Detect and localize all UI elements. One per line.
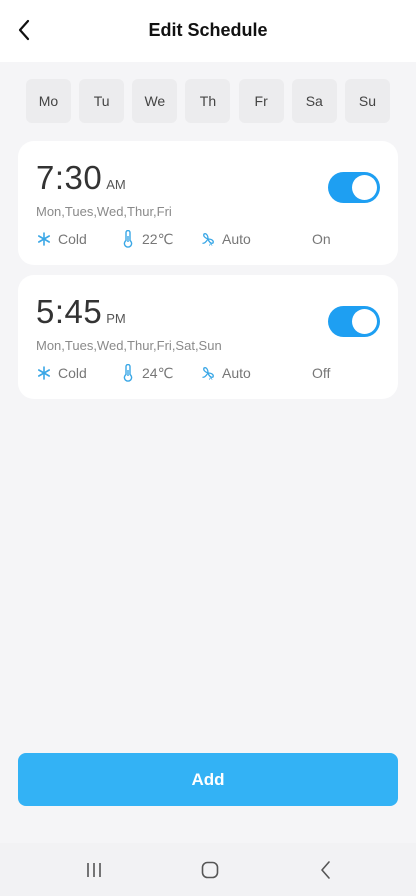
toggle-knob <box>352 175 377 200</box>
recent-apps-icon <box>87 863 101 877</box>
thermometer-icon <box>120 230 136 248</box>
schedule-days: Mon,Tues,Wed,Thur,Fri,Sat,Sun <box>36 338 222 353</box>
header-bar: Edit Schedule <box>0 0 416 62</box>
fan-icon: A <box>200 365 216 381</box>
day-button-fr[interactable]: Fr <box>238 79 284 123</box>
schedule-period: AM <box>106 177 126 192</box>
mode-property: Cold <box>36 363 87 383</box>
page-title: Edit Schedule <box>148 20 268 40</box>
schedule-properties: Cold 22℃ A Auto On <box>36 229 380 249</box>
temperature-value: 22℃ <box>142 230 174 247</box>
fan-value: Auto <box>222 365 251 381</box>
fan-property: A Auto <box>200 229 251 249</box>
nav-home-button[interactable] <box>196 857 224 883</box>
temperature-value: 24℃ <box>142 364 174 381</box>
day-button-sa[interactable]: Sa <box>291 79 337 123</box>
nav-recent-apps-button[interactable] <box>80 857 108 883</box>
mode-property: Cold <box>36 229 87 249</box>
mode-value: Cold <box>58 365 87 381</box>
schedule-time-value: 5:45 <box>36 293 103 330</box>
nav-back-button[interactable] <box>312 857 340 883</box>
power-property: Off <box>312 363 330 383</box>
toggle-knob <box>352 309 377 334</box>
system-nav-bar <box>0 843 416 896</box>
schedule-card[interactable]: 7:30 AM Mon,Tues,Wed,Thur,Fri Cold 22℃ A… <box>18 141 398 265</box>
schedule-card[interactable]: 5:45 PM Mon,Tues,Wed,Thur,Fri,Sat,Sun Co… <box>18 275 398 399</box>
fan-value: Auto <box>222 231 251 247</box>
mode-value: Cold <box>58 231 87 247</box>
weekday-selector: Mo Tu We Th Fr Sa Su <box>26 79 390 123</box>
power-value: On <box>312 231 331 247</box>
schedule-toggle[interactable] <box>328 172 380 203</box>
add-schedule-button[interactable]: Add <box>18 753 398 806</box>
day-button-mo[interactable]: Mo <box>26 79 71 123</box>
day-button-su[interactable]: Su <box>344 79 390 123</box>
power-property: On <box>312 229 331 249</box>
schedule-time: 5:45 PM <box>36 293 126 331</box>
svg-text:A: A <box>209 242 213 247</box>
svg-text:A: A <box>209 376 213 381</box>
snowflake-icon <box>36 365 52 381</box>
schedule-properties: Cold 24℃ A Auto Off <box>36 363 380 383</box>
schedule-toggle[interactable] <box>328 306 380 337</box>
day-button-we[interactable]: We <box>132 79 178 123</box>
fan-property: A Auto <box>200 363 251 383</box>
schedule-time-value: 7:30 <box>36 159 103 196</box>
home-icon <box>201 861 219 879</box>
thermometer-icon <box>120 364 136 382</box>
schedule-period: PM <box>106 311 126 326</box>
fan-icon: A <box>200 231 216 247</box>
temperature-property: 22℃ <box>120 229 173 249</box>
schedule-days: Mon,Tues,Wed,Thur,Fri <box>36 204 172 219</box>
temperature-property: 24℃ <box>120 363 173 383</box>
day-button-tu[interactable]: Tu <box>79 79 125 123</box>
day-button-th[interactable]: Th <box>185 79 231 123</box>
snowflake-icon <box>36 231 52 247</box>
power-value: Off <box>312 365 331 381</box>
nav-back-icon <box>321 861 330 879</box>
schedule-time: 7:30 AM <box>36 159 126 197</box>
